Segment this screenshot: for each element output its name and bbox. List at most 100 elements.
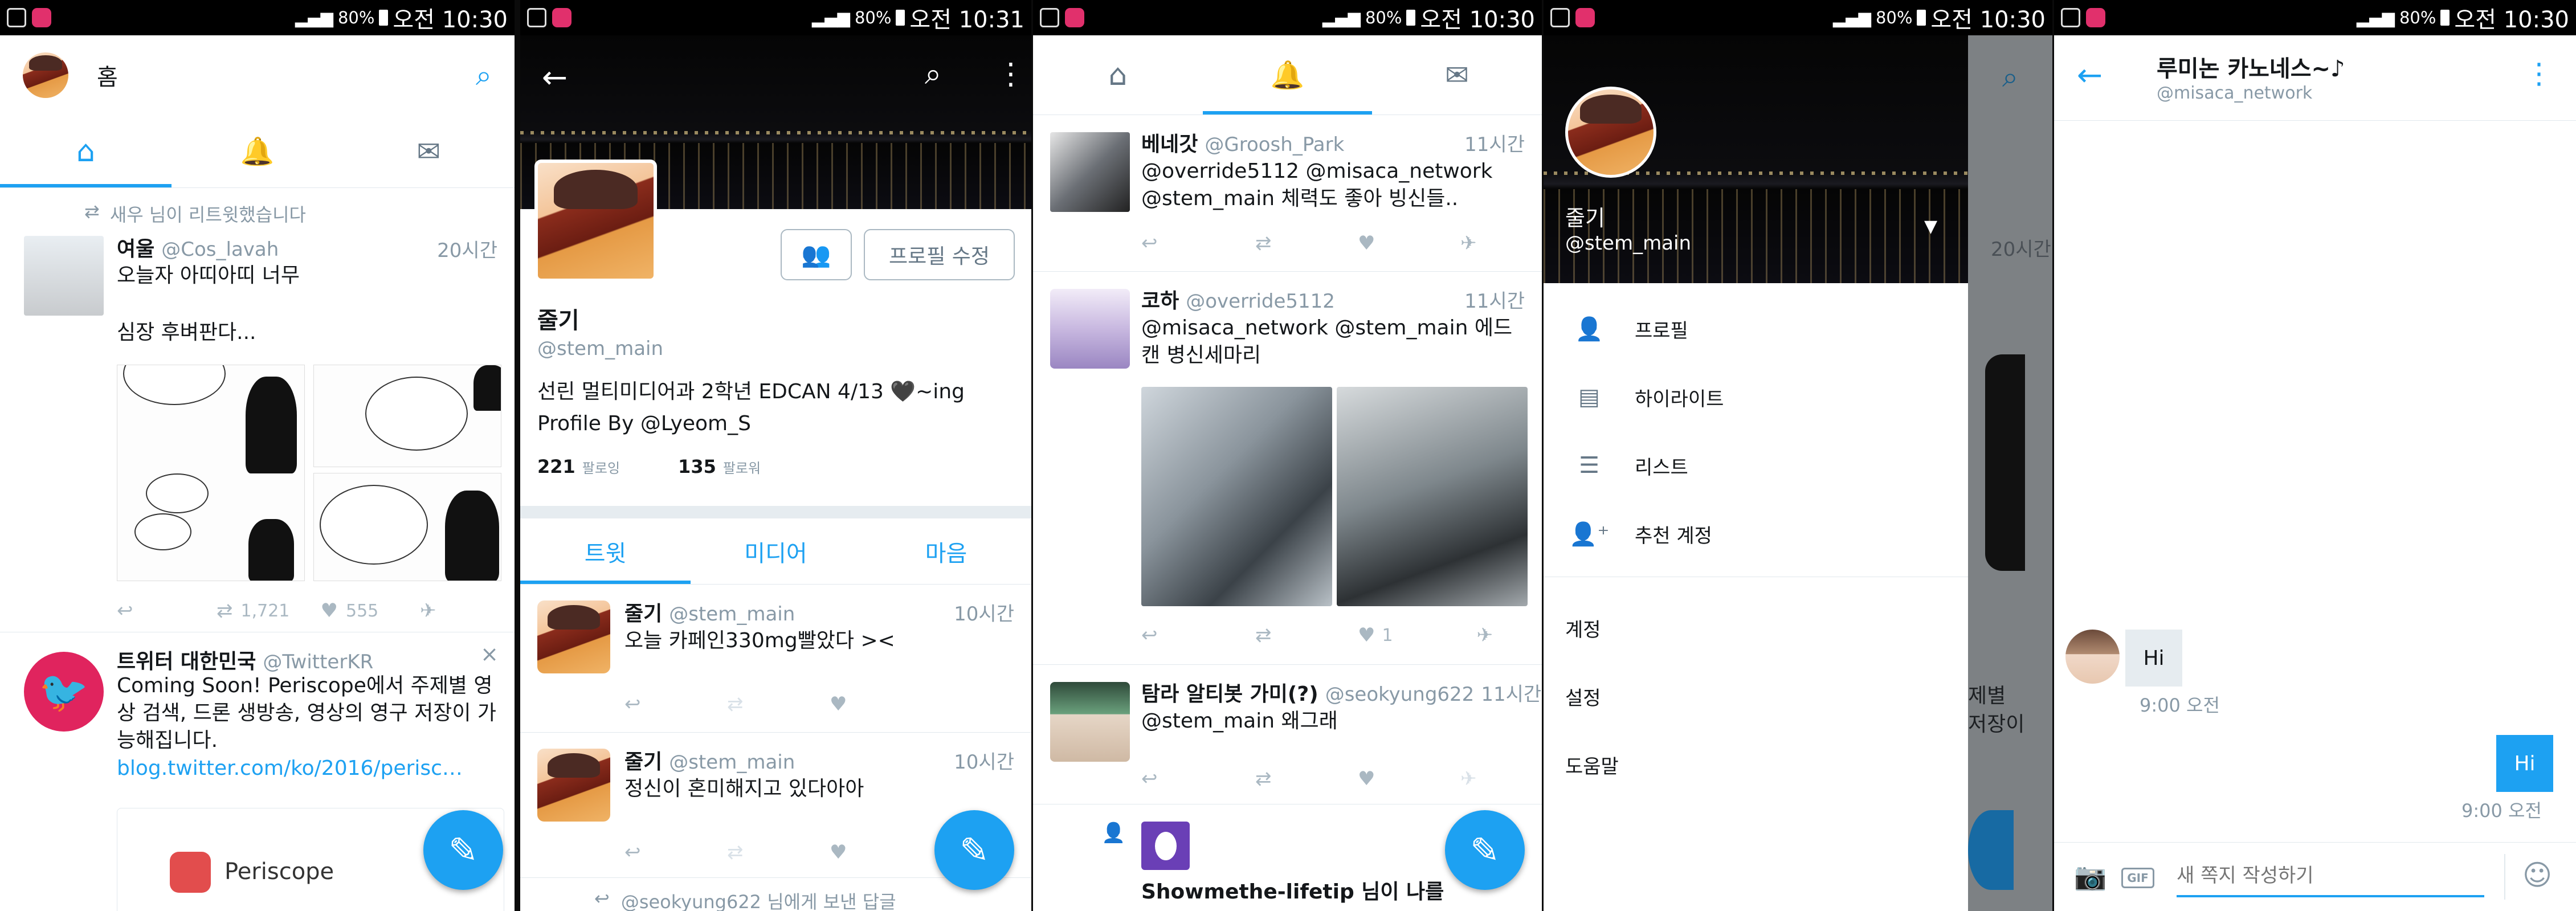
tweet-time: 11시간 [1464, 133, 1525, 156]
profile-handle: @stem_main [537, 337, 664, 360]
compose-tweet-button[interactable]: ✎ [1445, 810, 1525, 890]
status-bar: ▂▄▆ 80% 오전 10:30 [0, 0, 515, 35]
dm-icon[interactable]: ✈ [1460, 767, 1477, 790]
reply-icon[interactable]: ↩ [1141, 767, 1255, 790]
account-switch-icon[interactable]: ▼ [1924, 216, 1937, 236]
drawer-avatar[interactable] [1565, 87, 1656, 178]
menu-item-lists[interactable]: ☰ 리스트 [1544, 431, 1968, 500]
more-menu-icon[interactable]: ⋮ [2525, 57, 2553, 90]
reply-note: ↩ @seokyung622 님에게 보낸 답글 [594, 888, 896, 911]
retweet-icon[interactable]: ⇄ [1255, 767, 1358, 790]
reply-icon[interactable]: ↩ [624, 841, 727, 864]
camera-icon[interactable]: 📷 [2074, 861, 2106, 892]
retweet-icon[interactable]: ⇄ [727, 841, 830, 864]
gif-button[interactable]: GIF [2121, 868, 2154, 888]
search-icon[interactable]: ⌕ [476, 59, 492, 92]
profile-avatar[interactable] [534, 160, 657, 282]
like-icon[interactable]: ♥ [1358, 624, 1375, 647]
dm-icon[interactable]: ✈ [420, 599, 436, 622]
tweet-image[interactable] [313, 473, 501, 581]
notification-item[interactable]: 베네갓 @Groosh_Park 11시간 @override5112 @misa… [1033, 115, 1542, 272]
reply-icon[interactable]: ↩ [1141, 624, 1255, 647]
avatar[interactable] [1050, 289, 1130, 369]
background-text: 제별 [1968, 684, 2006, 708]
tab-notifications[interactable]: 🔔 [172, 115, 343, 187]
tweet-image[interactable] [313, 365, 501, 467]
menu-item-profile[interactable]: 👤 프로필 [1544, 295, 1968, 363]
profile-bio: 선린 멀티미디어과 2학년 EDCAN 4/13 🖤~ing Profile B… [537, 380, 965, 435]
like-icon[interactable]: ♥ [1358, 232, 1460, 255]
menu-item-help[interactable]: 도움말 [1544, 730, 1968, 799]
profile-screen: ▂▄▆ 80% 오전 10:31 ← ⌕ ⋮ 👥 프로필 수정 줄기 @stem_m… [520, 0, 1031, 911]
message-input[interactable] [2177, 856, 2484, 897]
reply-icon[interactable]: ↩ [1141, 232, 1255, 255]
user-handle: @stem_main [669, 751, 795, 774]
avatar[interactable] [537, 749, 610, 822]
user-name: 코하 [1141, 289, 1179, 313]
avatar[interactable] [24, 236, 104, 316]
tweet-text: 오늘자 아띠아띠 너무 [117, 264, 300, 287]
tweet-image[interactable] [1141, 387, 1332, 606]
tweet-image[interactable] [1337, 387, 1528, 606]
avatar[interactable] [1050, 682, 1130, 762]
status-bar: ▂▄▆ 80% 오전 10:30 [1544, 0, 2052, 35]
tweet-image[interactable] [117, 365, 305, 581]
avatar[interactable] [1050, 132, 1130, 212]
avatar[interactable] [537, 600, 610, 673]
notification-item[interactable]: 코하 @override5112 11시간 @misaca_network @st… [1033, 272, 1542, 665]
menu-item-highlights[interactable]: ▤ 하이라이트 [1544, 363, 1968, 431]
tweet[interactable]: 줄기 @stem_main 10시간 오늘 카페인330mg빨았다 >< ↩ ⇄ ♥ [520, 585, 1031, 733]
tab-home[interactable]: ⌂ [0, 115, 172, 187]
avatar[interactable] [23, 52, 68, 98]
close-icon[interactable]: × [480, 642, 499, 667]
menu-item-settings[interactable]: 설정 [1544, 662, 1968, 730]
edit-profile-button[interactable]: 프로필 수정 [864, 229, 1015, 280]
avatar[interactable] [2065, 630, 2120, 684]
menu-item-account[interactable]: 계정 [1544, 594, 1968, 662]
tab-messages[interactable]: ✉ [343, 115, 515, 187]
like-icon[interactable]: ♥ [830, 841, 847, 864]
image-notification-icon [1550, 8, 1570, 27]
follow-settings-button[interactable]: 👥 [781, 229, 852, 280]
reply-icon[interactable]: ↩ [624, 693, 727, 716]
emoji-icon[interactable]: ☺ [2522, 859, 2552, 892]
like-icon[interactable]: ♥ [321, 599, 338, 622]
tweet-actions: ↩ ⇄ ♥ 1 ✈ [1141, 624, 1493, 647]
tab-messages[interactable]: ✉ [1372, 35, 1542, 115]
tweet-text: Coming Soon! Periscope에서 주제별 영상 검색, 드론 생… [117, 674, 497, 752]
followers-count[interactable]: 135 [678, 456, 716, 477]
dm-icon[interactable]: ✈ [1460, 232, 1477, 255]
signal-icon: ▂▄▆ [295, 8, 333, 27]
avatar[interactable] [1141, 822, 1190, 870]
compose-tweet-button[interactable]: ✎ [423, 810, 503, 890]
clock: 오전 10:30 [2454, 7, 2569, 33]
retweet-icon[interactable]: ⇄ [1255, 624, 1358, 647]
retweet-icon[interactable]: ⇄ [217, 599, 233, 622]
retweet-icon[interactable]: ⇄ [727, 693, 830, 716]
menu-item-suggested[interactable]: 👤⁺ 추천 계정 [1544, 500, 1968, 568]
tab-tweets[interactable]: 트윗 [520, 518, 691, 584]
dm-icon[interactable]: ✈ [1476, 624, 1493, 647]
more-menu-icon[interactable]: ⋮ [996, 57, 1026, 91]
notification-item[interactable]: 탐라 알티봇 가미(?) @seokyung622 11시간 @stem_main … [1033, 665, 1542, 804]
battery-icon [1406, 10, 1416, 26]
compose-tweet-button[interactable]: ✎ [934, 810, 1014, 890]
back-arrow-icon[interactable]: ← [542, 59, 568, 95]
following-count[interactable]: 221 [537, 456, 575, 477]
like-icon[interactable]: ♥ [1358, 767, 1460, 790]
drawer-screen: ▂▄▆ 80% 오전 10:30 ⌕ 20시간 제별 저장이 줄기 @stem_ma… [1544, 0, 2052, 911]
tweet-link[interactable]: blog.twitter.com/ko/2016/perisc… [117, 755, 463, 782]
like-icon[interactable]: ♥ [830, 693, 847, 716]
tab-home[interactable]: ⌂ [1033, 35, 1203, 115]
search-icon[interactable]: ⌕ [925, 57, 941, 92]
dimmed-background[interactable]: ⌕ 20시간 제별 저장이 [1968, 35, 2052, 911]
tweet-text: @override5112 @misaca_network @stem_main… [1141, 160, 1493, 210]
reply-icon[interactable]: ↩ [117, 599, 217, 622]
back-arrow-icon[interactable]: ← [2077, 57, 2103, 93]
tab-media[interactable]: 미디어 [691, 518, 861, 584]
tab-likes[interactable]: 마음 [861, 518, 1031, 584]
tab-notifications[interactable]: 🔔 [1202, 35, 1373, 115]
signal-icon: ▂▄▆ [812, 8, 850, 27]
retweet-icon[interactable]: ⇄ [1255, 232, 1358, 255]
tweet[interactable]: ⇄ 새우 님이 리트윗했습니다 여울 @Cos_lavah 20시간 오늘자 아띠… [0, 188, 515, 632]
